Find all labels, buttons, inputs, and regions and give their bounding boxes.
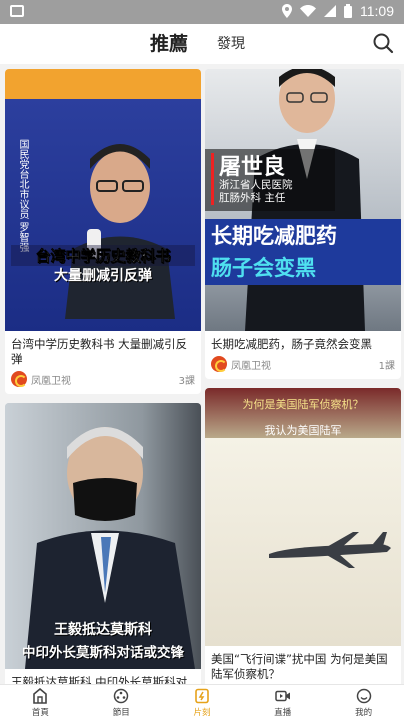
source-logo-icon (11, 371, 27, 387)
profile-icon (356, 688, 371, 703)
nav-programs[interactable]: 節目 (81, 685, 162, 720)
thumbnail-caption: 为何是美国陆军侦察机？ (242, 398, 364, 411)
nav-profile[interactable]: 我的 (323, 685, 404, 720)
video-meta: 凤凰卫视 3課 (11, 370, 195, 388)
thumbnail-caption: 长期吃减肥药 (205, 219, 401, 253)
video-thumbnail[interactable]: 王毅抵达莫斯科 中印外长莫斯科对话或交锋 (5, 403, 201, 669)
thumbnail-caption: 肠子会变黑 (205, 253, 401, 285)
video-card[interactable]: 为何是美国陆军侦察机？ 我认为美国陆军 美国“飞行间谍”扰中国 为何是美国陆军侦… (205, 388, 401, 684)
org-line: 肛肠外科 主任 (219, 192, 286, 204)
video-title[interactable]: 美国“飞行间谍”扰中国 为何是美国陆军侦察机？ (205, 646, 401, 682)
thumbnail-caption: 我认为美国陆军 (264, 424, 342, 437)
org-line: 浙江省人民医院 (219, 179, 293, 191)
live-icon (275, 690, 290, 701)
video-thumbnail[interactable]: 屠世良 浙江省人民医院 肛肠外科 主任 长期吃减肥药 肠子会变黑 (205, 69, 401, 331)
nav-label: 節目 (112, 707, 130, 718)
program-icon (113, 688, 129, 703)
top-header: 推薦 發現 (0, 24, 404, 64)
status-icons: 11:09 (282, 3, 394, 19)
video-feed[interactable]: 国民党台北市议员 罗智强 台湾中学历史教科书 大量删减引反弹 台湾中学历史教科书… (0, 64, 404, 684)
nav-label: 首頁 (31, 707, 49, 718)
video-card[interactable]: 王毅抵达莫斯科 中印外长莫斯科对话或交锋 王毅抵达莫斯科 中印外长莫斯科对话或交… (5, 403, 201, 684)
tab-recommend[interactable]: 推薦 (150, 29, 188, 56)
battery-icon (344, 4, 352, 18)
source-name: 凤凰卫视 (231, 360, 271, 372)
screenshot-notification-icon (10, 5, 24, 17)
clock: 11:09 (360, 3, 394, 19)
doctor-name: 屠世良 (219, 155, 286, 180)
thumbnail-caption: 台湾中学历史教科书 (11, 245, 195, 266)
wifi-icon (300, 5, 316, 17)
location-icon (282, 4, 292, 18)
video-card[interactable]: 国民党台北市议员 罗智强 台湾中学历史教科书 大量删减引反弹 台湾中学历史教科书… (5, 69, 201, 394)
video-title[interactable]: 王毅抵达莫斯科 中印外长莫斯科对话或交锋 (5, 669, 201, 684)
search-icon[interactable] (372, 32, 394, 54)
speaker-title-text: 国民党台北市议员 罗智强 (17, 139, 28, 253)
nav-moments[interactable]: 片刻 (162, 685, 243, 720)
thumbnail-caption: 中印外长莫斯科对话或交锋 (22, 645, 184, 661)
video-thumbnail[interactable]: 为何是美国陆军侦察机？ 我认为美国陆军 (205, 388, 401, 646)
thumbnail-caption: 大量删减引反弹 (54, 268, 152, 284)
bottom-nav: 首頁 節目 片刻 直播 我的 (0, 684, 404, 720)
doctor-org: 浙江省人民医院 肛肠外科 主任 (219, 179, 293, 205)
episode-count: 3課 (178, 375, 195, 387)
video-title[interactable]: 长期吃减肥药，肠子竟然会变黑 (205, 331, 401, 352)
nav-live[interactable]: 直播 (242, 685, 323, 720)
video-meta: 凤凰卫视 1課 (211, 355, 395, 373)
nav-home[interactable]: 首頁 (0, 685, 81, 720)
thumbnail-caption: 王毅抵达莫斯科 (54, 622, 152, 638)
nav-label: 直播 (274, 707, 292, 718)
status-bar: 11:09 (0, 0, 404, 24)
moment-icon (195, 688, 209, 703)
episode-count: 1課 (378, 360, 395, 372)
home-icon (33, 687, 48, 704)
speaker-figure (65, 144, 175, 319)
source-name: 凤凰卫视 (31, 375, 71, 387)
nav-label: 片刻 (193, 707, 211, 718)
video-thumbnail[interactable]: 国民党台北市议员 罗智强 台湾中学历史教科书 大量删减引反弹 (5, 69, 201, 331)
video-card[interactable]: 屠世良 浙江省人民医院 肛肠外科 主任 长期吃减肥药 肠子会变黑 长期吃减肥药，… (205, 69, 401, 379)
tab-discover[interactable]: 發現 (217, 33, 245, 53)
nav-label: 我的 (355, 707, 373, 718)
signal-icon (324, 5, 336, 17)
video-title[interactable]: 台湾中学历史教科书 大量删减引反弹 (5, 331, 201, 367)
aircraft-image (269, 532, 391, 568)
source-logo-icon (211, 356, 227, 372)
